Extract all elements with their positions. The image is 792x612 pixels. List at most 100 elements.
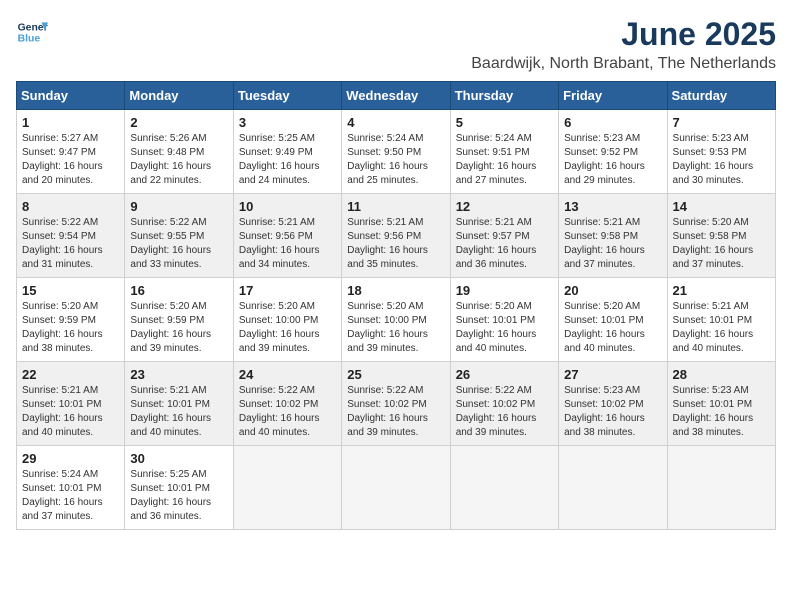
weekday-header-thursday: Thursday — [450, 82, 558, 110]
calendar-day-cell: 3 Sunrise: 5:25 AM Sunset: 9:49 PM Daylig… — [233, 110, 341, 194]
day-number: 2 — [130, 115, 227, 130]
calendar-title: June 2025 — [471, 16, 776, 53]
day-info: Sunrise: 5:23 AM Sunset: 10:02 PM Daylig… — [564, 384, 661, 440]
day-info: Sunrise: 5:20 AM Sunset: 10:00 PM Daylig… — [239, 300, 336, 356]
calendar-day-cell: 25Sunrise: 5:22 AM Sunset: 10:02 PM Dayl… — [342, 362, 450, 446]
day-number: 22 — [22, 367, 119, 382]
calendar-day-cell: 21 Sunrise: 5:21 AM Sunset: 10:01 PM Dayl… — [667, 278, 775, 362]
day-number: 20 — [564, 283, 661, 298]
calendar-day-cell: 19Sunrise: 5:20 AM Sunset: 10:01 PM Dayl… — [450, 278, 558, 362]
day-info: Sunrise: 5:22 AM Sunset: 10:02 PM Daylig… — [239, 384, 336, 440]
weekday-header-tuesday: Tuesday — [233, 82, 341, 110]
day-number: 5 — [456, 115, 553, 130]
calendar-table: SundayMondayTuesdayWednesdayThursdayFrid… — [16, 81, 776, 530]
day-info: Sunrise: 5:20 AM Sunset: 9:59 PM Dayligh… — [22, 300, 119, 356]
day-number: 28 — [673, 367, 770, 382]
day-info: Sunrise: 5:25 AM Sunset: 10:01 PM Daylig… — [130, 468, 227, 524]
weekday-header-monday: Monday — [125, 82, 233, 110]
day-info: Sunrise: 5:21 AM Sunset: 10:01 PM Daylig… — [673, 300, 770, 356]
day-info: Sunrise: 5:20 AM Sunset: 10:00 PM Daylig… — [347, 300, 444, 356]
calendar-day-cell: 13 Sunrise: 5:21 AM Sunset: 9:58 PM Dayli… — [559, 194, 667, 278]
calendar-day-cell: 23Sunrise: 5:21 AM Sunset: 10:01 PM Dayl… — [125, 362, 233, 446]
calendar-week-row: 22 Sunrise: 5:21 AM Sunset: 10:01 PM Dayl… — [17, 362, 776, 446]
title-block: June 2025 Baardwijk, North Brabant, The … — [471, 16, 776, 73]
calendar-day-cell: 8 Sunrise: 5:22 AM Sunset: 9:54 PM Daylig… — [17, 194, 125, 278]
day-number: 13 — [564, 199, 661, 214]
weekday-header-sunday: Sunday — [17, 82, 125, 110]
day-number: 12 — [456, 199, 553, 214]
day-number: 30 — [130, 451, 227, 466]
day-number: 1 — [22, 115, 119, 130]
svg-text:Blue: Blue — [18, 34, 41, 45]
weekday-header-saturday: Saturday — [667, 82, 775, 110]
day-info: Sunrise: 5:22 AM Sunset: 9:55 PM Dayligh… — [130, 216, 227, 272]
calendar-day-cell: 6 Sunrise: 5:23 AM Sunset: 9:52 PM Daylig… — [559, 110, 667, 194]
calendar-day-cell: 28 Sunrise: 5:23 AM Sunset: 10:01 PM Dayl… — [667, 362, 775, 446]
calendar-day-cell: 27 Sunrise: 5:23 AM Sunset: 10:02 PM Dayl… — [559, 362, 667, 446]
day-info: Sunrise: 5:21 AM Sunset: 9:57 PM Dayligh… — [456, 216, 553, 272]
calendar-day-cell — [450, 446, 558, 530]
day-info: Sunrise: 5:22 AM Sunset: 9:54 PM Dayligh… — [22, 216, 119, 272]
calendar-day-cell — [667, 446, 775, 530]
day-info: Sunrise: 5:22 AM Sunset: 10:02 PM Daylig… — [456, 384, 553, 440]
calendar-day-cell: 10 Sunrise: 5:21 AM Sunset: 9:56 PM Dayli… — [233, 194, 341, 278]
weekday-header-friday: Friday — [559, 82, 667, 110]
calendar-day-cell: 2Sunrise: 5:26 AM Sunset: 9:48 PM Daylig… — [125, 110, 233, 194]
day-number: 25 — [347, 367, 444, 382]
calendar-day-cell: 29 Sunrise: 5:24 AM Sunset: 10:01 PM Dayl… — [17, 446, 125, 530]
day-info: Sunrise: 5:21 AM Sunset: 9:56 PM Dayligh… — [239, 216, 336, 272]
day-number: 15 — [22, 283, 119, 298]
day-info: Sunrise: 5:20 AM Sunset: 10:01 PM Daylig… — [564, 300, 661, 356]
day-number: 26 — [456, 367, 553, 382]
calendar-day-cell: 1 Sunrise: 5:27 AM Sunset: 9:47 PM Daylig… — [17, 110, 125, 194]
calendar-day-cell — [342, 446, 450, 530]
calendar-day-cell: 16Sunrise: 5:20 AM Sunset: 9:59 PM Dayli… — [125, 278, 233, 362]
day-number: 8 — [22, 199, 119, 214]
day-number: 21 — [673, 283, 770, 298]
day-info: Sunrise: 5:20 AM Sunset: 9:58 PM Dayligh… — [673, 216, 770, 272]
day-info: Sunrise: 5:20 AM Sunset: 9:59 PM Dayligh… — [130, 300, 227, 356]
day-number: 29 — [22, 451, 119, 466]
day-info: Sunrise: 5:25 AM Sunset: 9:49 PM Dayligh… — [239, 132, 336, 188]
calendar-week-row: 15 Sunrise: 5:20 AM Sunset: 9:59 PM Dayli… — [17, 278, 776, 362]
page-header: General Blue June 2025 Baardwijk, North … — [16, 16, 776, 73]
calendar-day-cell: 18 Sunrise: 5:20 AM Sunset: 10:00 PM Dayl… — [342, 278, 450, 362]
day-info: Sunrise: 5:24 AM Sunset: 9:50 PM Dayligh… — [347, 132, 444, 188]
calendar-day-cell — [559, 446, 667, 530]
day-info: Sunrise: 5:23 AM Sunset: 9:52 PM Dayligh… — [564, 132, 661, 188]
day-number: 11 — [347, 199, 444, 214]
calendar-subtitle: Baardwijk, North Brabant, The Netherland… — [471, 55, 776, 73]
day-number: 18 — [347, 283, 444, 298]
day-number: 3 — [239, 115, 336, 130]
calendar-day-cell: 20 Sunrise: 5:20 AM Sunset: 10:01 PM Dayl… — [559, 278, 667, 362]
day-info: Sunrise: 5:21 AM Sunset: 9:56 PM Dayligh… — [347, 216, 444, 272]
day-number: 17 — [239, 283, 336, 298]
day-number: 27 — [564, 367, 661, 382]
day-info: Sunrise: 5:24 AM Sunset: 10:01 PM Daylig… — [22, 468, 119, 524]
day-number: 19 — [456, 283, 553, 298]
day-info: Sunrise: 5:21 AM Sunset: 10:01 PM Daylig… — [22, 384, 119, 440]
calendar-day-cell: 30 Sunrise: 5:25 AM Sunset: 10:01 PM Dayl… — [125, 446, 233, 530]
day-info: Sunrise: 5:27 AM Sunset: 9:47 PM Dayligh… — [22, 132, 119, 188]
day-info: Sunrise: 5:21 AM Sunset: 9:58 PM Dayligh… — [564, 216, 661, 272]
day-info: Sunrise: 5:24 AM Sunset: 9:51 PM Dayligh… — [456, 132, 553, 188]
day-info: Sunrise: 5:21 AM Sunset: 10:01 PM Daylig… — [130, 384, 227, 440]
calendar-week-row: 29 Sunrise: 5:24 AM Sunset: 10:01 PM Dayl… — [17, 446, 776, 530]
logo-icon: General Blue — [16, 16, 48, 48]
calendar-day-cell: 15 Sunrise: 5:20 AM Sunset: 9:59 PM Dayli… — [17, 278, 125, 362]
logo: General Blue — [16, 16, 48, 48]
day-number: 10 — [239, 199, 336, 214]
calendar-day-cell: 11 Sunrise: 5:21 AM Sunset: 9:56 PM Dayli… — [342, 194, 450, 278]
day-info: Sunrise: 5:23 AM Sunset: 10:01 PM Daylig… — [673, 384, 770, 440]
calendar-day-cell: 22 Sunrise: 5:21 AM Sunset: 10:01 PM Dayl… — [17, 362, 125, 446]
weekday-header-row: SundayMondayTuesdayWednesdayThursdayFrid… — [17, 82, 776, 110]
calendar-day-cell: 24Sunrise: 5:22 AM Sunset: 10:02 PM Dayl… — [233, 362, 341, 446]
day-number: 14 — [673, 199, 770, 214]
day-number: 4 — [347, 115, 444, 130]
calendar-day-cell: 7Sunrise: 5:23 AM Sunset: 9:53 PM Daylig… — [667, 110, 775, 194]
day-number: 9 — [130, 199, 227, 214]
day-number: 6 — [564, 115, 661, 130]
calendar-day-cell: 9 Sunrise: 5:22 AM Sunset: 9:55 PM Daylig… — [125, 194, 233, 278]
calendar-day-cell: 26 Sunrise: 5:22 AM Sunset: 10:02 PM Dayl… — [450, 362, 558, 446]
calendar-week-row: 8 Sunrise: 5:22 AM Sunset: 9:54 PM Daylig… — [17, 194, 776, 278]
